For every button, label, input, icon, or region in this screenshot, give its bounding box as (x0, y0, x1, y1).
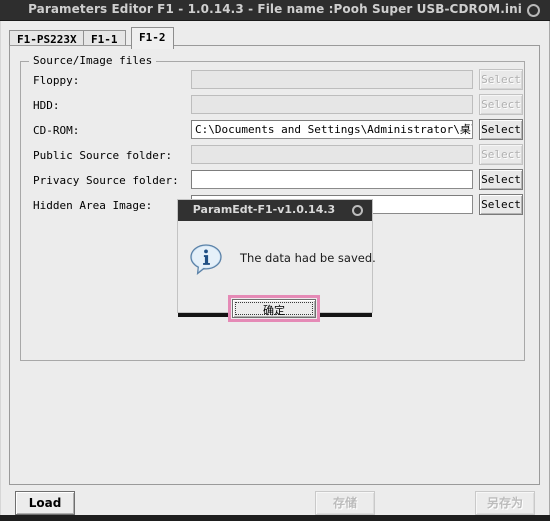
row-hdd: HDD: Select (21, 94, 526, 119)
row-public-source-folder: Public Source folder: Select (21, 144, 526, 169)
window-title: Parameters Editor F1 - 1.0.14.3 - File n… (28, 2, 522, 16)
input-privacy-source-folder[interactable] (191, 170, 473, 189)
label-floppy: Floppy: (33, 74, 80, 87)
application-window: Parameters Editor F1 - 1.0.14.3 - File n… (0, 0, 550, 521)
select-button-cdrom[interactable]: Select (479, 119, 523, 140)
label-public-source-folder: Public Source folder: (33, 149, 173, 162)
window-bottom-edge (0, 515, 550, 521)
label-hdd: HDD: (33, 99, 60, 112)
row-floppy: Floppy: Select (21, 69, 526, 94)
dialog-body: The data had be saved. 确定 (178, 221, 376, 322)
select-button-hdd[interactable]: Select (479, 94, 523, 115)
input-hdd[interactable] (191, 95, 473, 114)
dialog-ok-label: 确定 (263, 304, 285, 317)
dialog-title: ParamEdt-F1-v1.0.14.3 (192, 203, 336, 216)
select-button-privacy-source-folder[interactable]: Select (479, 169, 523, 190)
input-public-source-folder[interactable] (191, 145, 473, 164)
select-button-floppy[interactable]: Select (479, 69, 523, 90)
info-icon (190, 243, 222, 275)
group-legend: Source/Image files (29, 54, 157, 67)
select-button-public-source-folder[interactable]: Select (479, 144, 523, 165)
row-cdrom: CD-ROM: C:\Documents and Settings\Admini… (21, 119, 526, 144)
label-hidden-area-image: Hidden Area Image: (33, 199, 153, 212)
circle-icon[interactable] (352, 205, 363, 216)
dialog-titlebar: ParamEdt-F1-v1.0.14.3 (178, 200, 372, 221)
input-floppy[interactable] (191, 70, 473, 89)
tab-f1-2[interactable]: F1-2 (131, 27, 174, 49)
circle-icon[interactable] (527, 4, 540, 17)
window-titlebar: Parameters Editor F1 - 1.0.14.3 - File n… (0, 0, 550, 21)
label-cdrom: CD-ROM: (33, 124, 80, 137)
dialog-message: The data had be saved. (240, 251, 376, 265)
row-privacy-source-folder: Privacy Source folder: Select (21, 169, 526, 194)
save-as-button[interactable]: 另存为 (475, 491, 535, 515)
message-dialog: ParamEdt-F1-v1.0.14.3 The data had be sa… (178, 200, 376, 322)
select-button-hidden-area-image[interactable]: Select (479, 194, 523, 215)
dialog-ok-highlight: 确定 (228, 295, 320, 322)
label-privacy-source-folder: Privacy Source folder: (33, 174, 179, 187)
input-cdrom[interactable]: C:\Documents and Settings\Administrator\… (191, 120, 473, 139)
dialog-ok-button[interactable]: 确定 (232, 299, 316, 318)
save-button[interactable]: 存储 (315, 491, 375, 515)
load-button[interactable]: Load (15, 491, 75, 515)
